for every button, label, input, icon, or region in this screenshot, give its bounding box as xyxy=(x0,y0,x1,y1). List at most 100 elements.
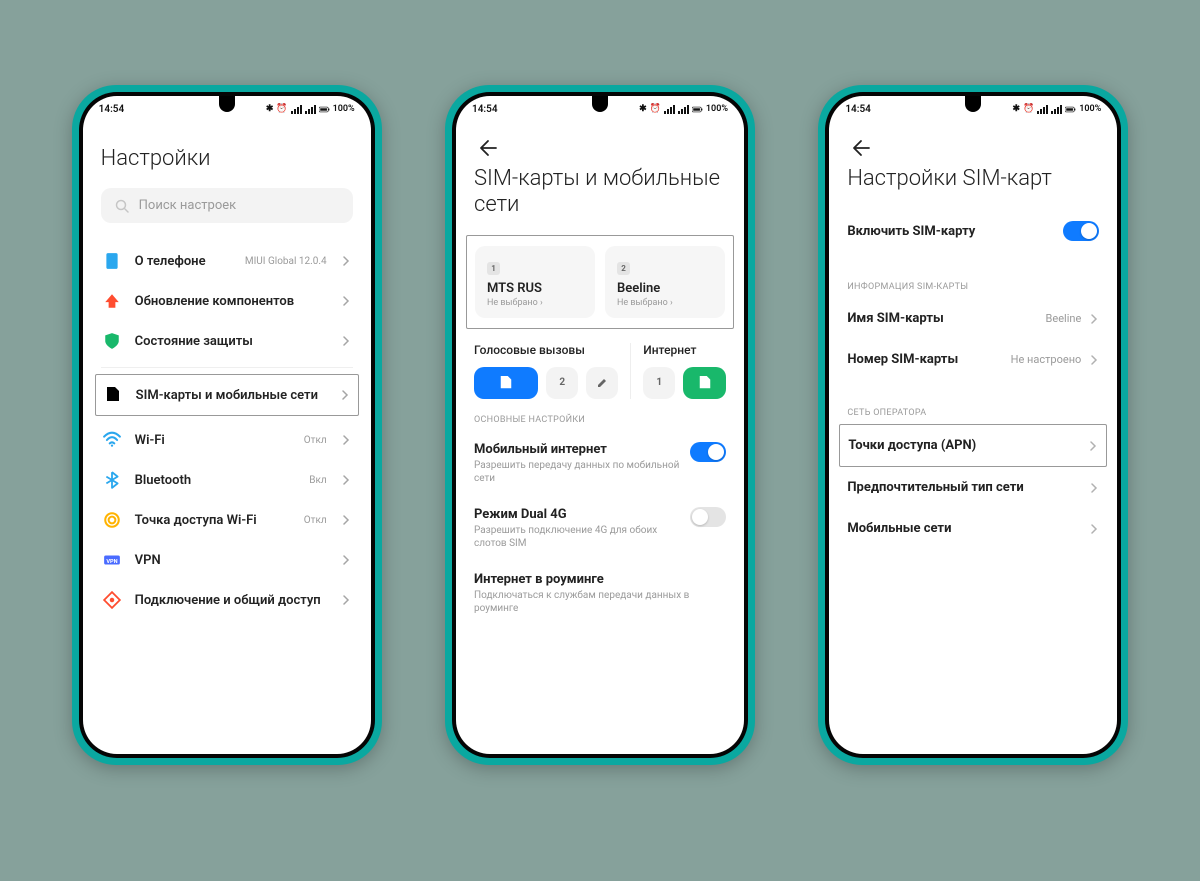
row-dual-4g[interactable]: Режим Dual 4G Разрешить подключение 4G д… xyxy=(474,496,726,561)
back-button[interactable] xyxy=(474,134,502,162)
update-label: Обновление компонентов xyxy=(135,294,327,309)
sim-card-2[interactable]: 2 Beeline Не выбрано › xyxy=(605,246,725,318)
row-enable-sim[interactable]: Включить SIM-карту xyxy=(847,208,1099,254)
signal2-icon xyxy=(678,104,689,115)
arrow-left-icon xyxy=(851,139,871,157)
search-placeholder: Поиск настроек xyxy=(139,198,237,213)
item-security[interactable]: Состояние защиты xyxy=(101,321,353,361)
chevron-icon xyxy=(1089,483,1099,493)
nettype-label: Предпочтительный тип сети xyxy=(847,480,1023,495)
status-icons: ✱ ⏰ 100% xyxy=(266,104,355,115)
signal2-icon xyxy=(305,104,316,115)
roaming-title: Интернет в роуминге xyxy=(474,572,726,587)
battery-pct: 100% xyxy=(706,104,728,114)
voice-label: Голосовые вызовы xyxy=(474,343,618,357)
simnum-label: Номер SIM-карты xyxy=(847,352,958,367)
dual4g-title: Режим Dual 4G xyxy=(474,507,680,522)
sim2-name: Beeline xyxy=(617,281,713,296)
row-sim-name[interactable]: Имя SIM-карты Beeline xyxy=(847,298,1099,339)
chevron-icon xyxy=(1089,355,1099,365)
bluetooth-icon xyxy=(103,471,121,489)
sim1-badge: 1 xyxy=(487,262,500,275)
chevron-icon xyxy=(341,435,351,445)
call-data-selector: Голосовые вызовы 2 Интернет 1 xyxy=(474,343,726,399)
chevron-icon xyxy=(1089,524,1099,534)
voice-sim1-chip[interactable] xyxy=(474,367,538,399)
row-net-type[interactable]: Предпочтительный тип сети xyxy=(847,467,1099,508)
sim-card-1[interactable]: 1 MTS RUS Не выбрано › xyxy=(475,246,595,318)
pencil-icon xyxy=(597,378,607,388)
mobile-data-toggle[interactable] xyxy=(690,442,726,462)
battery-icon xyxy=(692,104,703,115)
roaming-sub: Подключаться к службам передачи данных в… xyxy=(474,589,726,615)
bluetooth-icon: ✱ xyxy=(639,104,647,114)
item-about[interactable]: О телефоне MIUI Global 12.0.4 xyxy=(101,241,353,281)
bluetooth-icon: ✱ xyxy=(266,104,274,114)
section-info: ИНФОРМАЦИЯ SIM-КАРТЫ xyxy=(847,282,1099,292)
row-mobile-data[interactable]: Мобильный интернет Разрешить передачу да… xyxy=(474,431,726,496)
section-net: СЕТЬ ОПЕРАТОРА xyxy=(847,408,1099,418)
item-update[interactable]: Обновление компонентов xyxy=(101,281,353,321)
chevron-icon xyxy=(341,515,351,525)
phone-3: 14:54 ✱ ⏰ 100% Настройки SIM-карт Включи… xyxy=(818,85,1128,765)
battery-icon xyxy=(319,104,330,115)
chevron-icon xyxy=(341,555,351,565)
item-wifi[interactable]: Wi-Fi Откл xyxy=(101,420,353,460)
divider xyxy=(101,367,353,368)
data-sim2-chip[interactable] xyxy=(683,367,726,399)
voice-edit-chip[interactable] xyxy=(586,367,618,399)
notch xyxy=(965,96,981,112)
row-apn[interactable]: Точки доступа (APN) xyxy=(839,424,1107,467)
bt-value: Вкл xyxy=(309,475,326,486)
dual4g-sub: Разрешить подключение 4G для обоих слото… xyxy=(474,524,680,550)
page-title: SIM-карты и мобильные сети xyxy=(474,166,726,219)
row-roaming[interactable]: Интернет в роуминге Подключаться к служб… xyxy=(474,561,726,626)
search-input[interactable]: Поиск настроек xyxy=(101,188,353,223)
internet-label: Интернет xyxy=(643,343,726,357)
chevron-icon xyxy=(341,296,351,306)
voice-sim2-chip[interactable]: 2 xyxy=(546,367,578,399)
phone-2: 14:54 ✱ ⏰ 100% SIM-карты и мобильные сет… xyxy=(445,85,755,765)
back-button[interactable] xyxy=(847,134,875,162)
apn-label: Точки доступа (APN) xyxy=(848,438,976,453)
mobile-data-sub: Разрешить передачу данных по мобильной с… xyxy=(474,459,680,485)
bt-label: Bluetooth xyxy=(135,473,296,488)
row-mobile-nets[interactable]: Мобильные сети xyxy=(847,508,1099,549)
simname-value: Beeline xyxy=(1046,312,1082,325)
battery-pct: 100% xyxy=(1079,104,1101,114)
chevron-icon xyxy=(1089,314,1099,324)
item-hotspot[interactable]: Точка доступа Wi-Fi Откл xyxy=(101,500,353,540)
svg-text:VPN: VPN xyxy=(106,559,117,565)
page-title: Настройки xyxy=(101,146,353,172)
notch xyxy=(592,96,608,112)
sim2-sub: Не выбрано › xyxy=(617,298,713,308)
signal-icon xyxy=(664,104,675,115)
item-bluetooth[interactable]: Bluetooth Вкл xyxy=(101,460,353,500)
battery-icon xyxy=(1065,104,1076,115)
status-time: 14:54 xyxy=(845,104,871,115)
simname-label: Имя SIM-карты xyxy=(847,311,943,326)
arrow-left-icon xyxy=(478,139,498,157)
enable-sim-toggle[interactable] xyxy=(1063,221,1099,241)
hotspot-value: Откл xyxy=(304,515,327,526)
item-share[interactable]: Подключение и общий доступ xyxy=(101,580,353,620)
sim-icon xyxy=(698,376,712,390)
phone-1: 14:54 ✱ ⏰ 100% Настройки Поиск настроек … xyxy=(72,85,382,765)
dual4g-toggle[interactable] xyxy=(690,507,726,527)
item-sim[interactable]: SIM-карты и мобильные сети xyxy=(95,374,359,416)
sim-label: SIM-карты и мобильные сети xyxy=(136,388,326,403)
update-icon xyxy=(103,292,121,310)
chevron-icon xyxy=(341,336,351,346)
status-time: 14:54 xyxy=(472,104,498,115)
wifi-value: Откл xyxy=(304,435,327,446)
hotspot-label: Точка доступа Wi-Fi xyxy=(135,513,290,528)
row-sim-number[interactable]: Номер SIM-карты Не настроено xyxy=(847,339,1099,380)
alarm-icon: ⏰ xyxy=(276,104,287,114)
data-sim1-chip[interactable]: 1 xyxy=(643,367,675,399)
chevron-icon xyxy=(341,595,351,605)
mobile-data-title: Мобильный интернет xyxy=(474,442,680,457)
notch xyxy=(219,96,235,112)
signal2-icon xyxy=(1051,104,1062,115)
hotspot-icon xyxy=(103,511,121,529)
item-vpn[interactable]: VPN VPN xyxy=(101,540,353,580)
